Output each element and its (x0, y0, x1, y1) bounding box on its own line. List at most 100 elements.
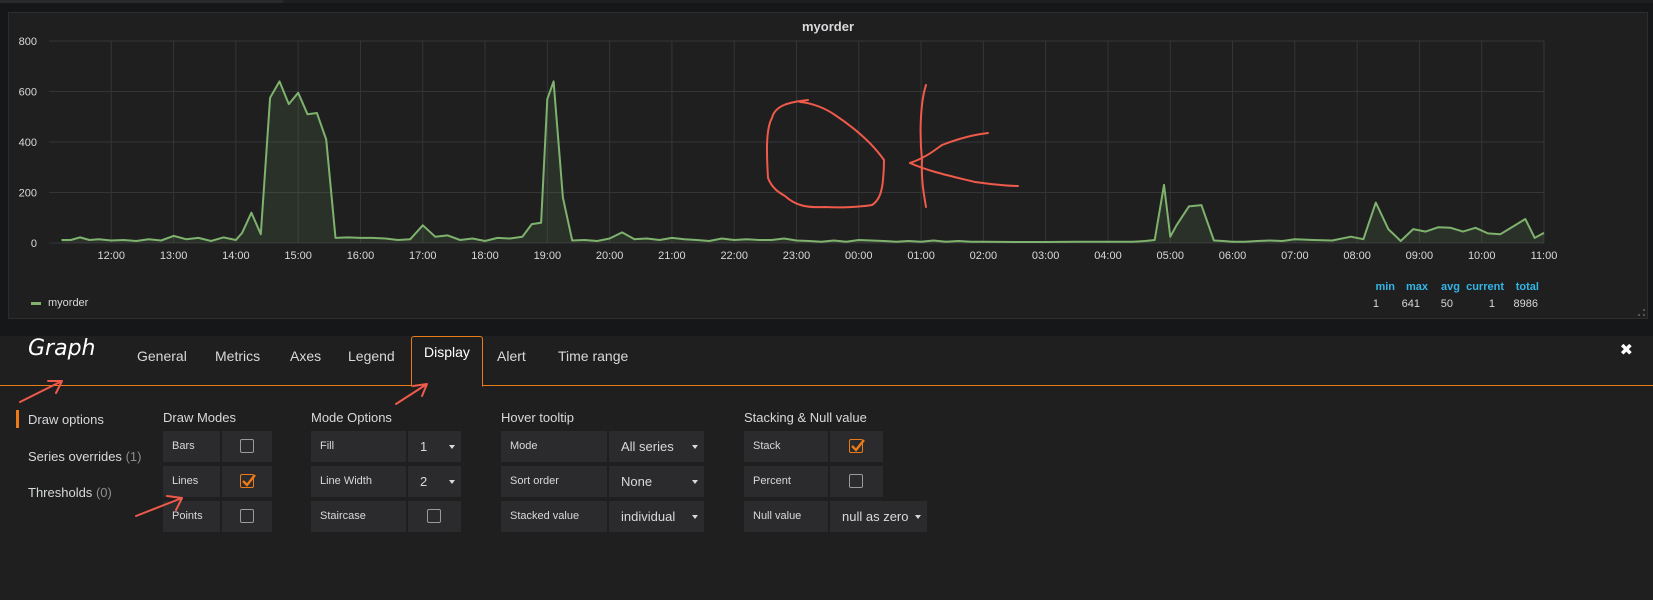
staircase-checkbox[interactable] (427, 509, 441, 523)
sidenav-item-count: (1) (125, 449, 142, 464)
x-tick-label: 15:00 (284, 250, 312, 262)
percent-checkbox[interactable] (849, 474, 863, 488)
tab-time-range[interactable]: Time range (546, 341, 640, 387)
stack-checkbox-cell (830, 431, 883, 462)
y-tick-label: 0 (31, 238, 37, 250)
legend-swatch (31, 301, 41, 305)
checkmark-icon (242, 474, 256, 487)
legend-item-myorder[interactable]: myorder (31, 297, 88, 309)
editor-tabs: General Metrics Axes Legend Display Aler… (0, 336, 1653, 387)
legend-value-current: 1 (1488, 298, 1495, 310)
caret-down-icon (449, 445, 455, 449)
percent-label: Percent (744, 466, 828, 497)
sort-order-label: Sort order (501, 466, 607, 497)
staircase-label: Staircase (311, 501, 406, 532)
fill-select-value: 1 (420, 439, 428, 454)
null-value-select[interactable]: null as zero (830, 501, 927, 532)
tab-display[interactable]: Display (411, 336, 483, 387)
lines-checkbox[interactable] (240, 474, 256, 488)
line-width-select-value: 2 (420, 474, 428, 489)
tab-legend[interactable]: Legend (336, 341, 407, 387)
stack-checkbox[interactable] (849, 439, 865, 453)
hover-tooltip-title: Hover tooltip (501, 410, 574, 425)
x-tick-label: 16:00 (347, 250, 375, 262)
null-value-label: Null value (744, 501, 828, 532)
stack-label: Stack (744, 431, 828, 462)
legend-value-avg: 50 (1440, 298, 1453, 310)
x-tick-label: 11:00 (1531, 250, 1558, 262)
points-label: Points (163, 501, 220, 532)
line-chart: 0 200 400 600 800 12:00 13:00 14:00 15:00 16:00 17… (19, 36, 1558, 262)
y-tick-label: 400 (19, 137, 37, 149)
x-tick-label: 10:00 (1468, 250, 1496, 262)
bars-checkbox-cell (222, 431, 272, 462)
caret-down-icon (915, 515, 921, 519)
x-tick-label: 05:00 (1156, 250, 1184, 262)
tab-metrics[interactable]: Metrics (203, 341, 272, 387)
line-width-select[interactable]: 2 (408, 466, 461, 497)
x-tick-label: 21:00 (658, 250, 686, 262)
tab-alert[interactable]: Alert (485, 341, 538, 387)
points-checkbox-cell (222, 501, 272, 532)
graph-panel: myorder 0 200 400 600 800 12:00 13:00 14:00 15:0… (8, 12, 1648, 319)
top-strip (0, 0, 1653, 3)
tab-general[interactable]: General (125, 341, 199, 387)
caret-down-icon (692, 515, 698, 519)
x-tick-label: 13:00 (160, 250, 188, 262)
percent-checkbox-cell (830, 466, 883, 497)
x-tick-label: 19:00 (534, 250, 562, 262)
y-tick-label: 600 (19, 87, 37, 99)
x-tick-label: 12:00 (98, 250, 126, 262)
sort-order-value: None (621, 474, 653, 489)
y-tick-label: 800 (19, 36, 37, 48)
fill-select[interactable]: 1 (408, 431, 461, 462)
sidenav-item-label: Series overrides (28, 449, 122, 464)
series-area-myorder (61, 81, 1544, 244)
stacked-value-select[interactable]: individual (609, 501, 704, 532)
sidenav-item-label: Draw options (28, 412, 104, 427)
legend-series-name: myorder (48, 297, 89, 309)
x-tick-label: 02:00 (970, 250, 998, 262)
sort-order-select[interactable]: None (609, 466, 704, 497)
tooltip-mode-select[interactable]: All series (609, 431, 704, 462)
x-tick-label: 04:00 (1094, 250, 1122, 262)
tooltip-mode-value: All series (621, 439, 674, 454)
x-tick-label: 07:00 (1281, 250, 1309, 262)
caret-down-icon (692, 445, 698, 449)
mode-options-title: Mode Options (311, 410, 392, 425)
tab-axes[interactable]: Axes (278, 341, 333, 387)
editor-title: Graph (28, 336, 96, 361)
legend-header-total: total (1515, 281, 1539, 293)
sidenav-item-series-overrides[interactable]: Series overrides (1) (28, 449, 141, 464)
bars-checkbox[interactable] (240, 439, 254, 453)
stacked-value-value: individual (621, 509, 676, 524)
x-tick-label: 08:00 (1343, 250, 1371, 262)
x-tick-label: 23:00 (783, 250, 811, 262)
legend-value-total: 8986 (1513, 298, 1538, 310)
x-tick-label: 20:00 (596, 250, 624, 262)
checkmark-icon (851, 439, 865, 452)
lines-checkbox-cell (222, 466, 272, 497)
stacked-value-label: Stacked value (501, 501, 607, 532)
x-tick-label: 03:00 (1032, 250, 1060, 262)
points-checkbox[interactable] (240, 509, 254, 523)
fill-label: Fill (311, 431, 406, 462)
line-width-label: Line Width (311, 466, 406, 497)
sidenav-active-indicator (16, 410, 19, 428)
close-editor-button[interactable]: ✖ (1620, 340, 1633, 360)
sidenav-item-label: Thresholds (28, 485, 93, 500)
panel-resize-handle[interactable] (1638, 309, 1645, 316)
x-tick-label: 01:00 (907, 250, 935, 262)
x-tick-label: 18:00 (471, 250, 499, 262)
y-tick-label: 200 (19, 188, 37, 200)
x-tick-label: 00:00 (845, 250, 873, 262)
bars-label: Bars (163, 431, 220, 462)
sidenav-item-draw-options[interactable]: Draw options (28, 412, 104, 427)
x-tick-label: 06:00 (1219, 250, 1247, 262)
draw-modes-title: Draw Modes (163, 410, 236, 425)
lines-label: Lines (163, 466, 220, 497)
sidenav-item-thresholds[interactable]: Thresholds (0) (28, 485, 112, 500)
x-tick-label: 22:00 (720, 250, 748, 262)
stacking-title: Stacking & Null value (744, 410, 867, 425)
caret-down-icon (692, 480, 698, 484)
